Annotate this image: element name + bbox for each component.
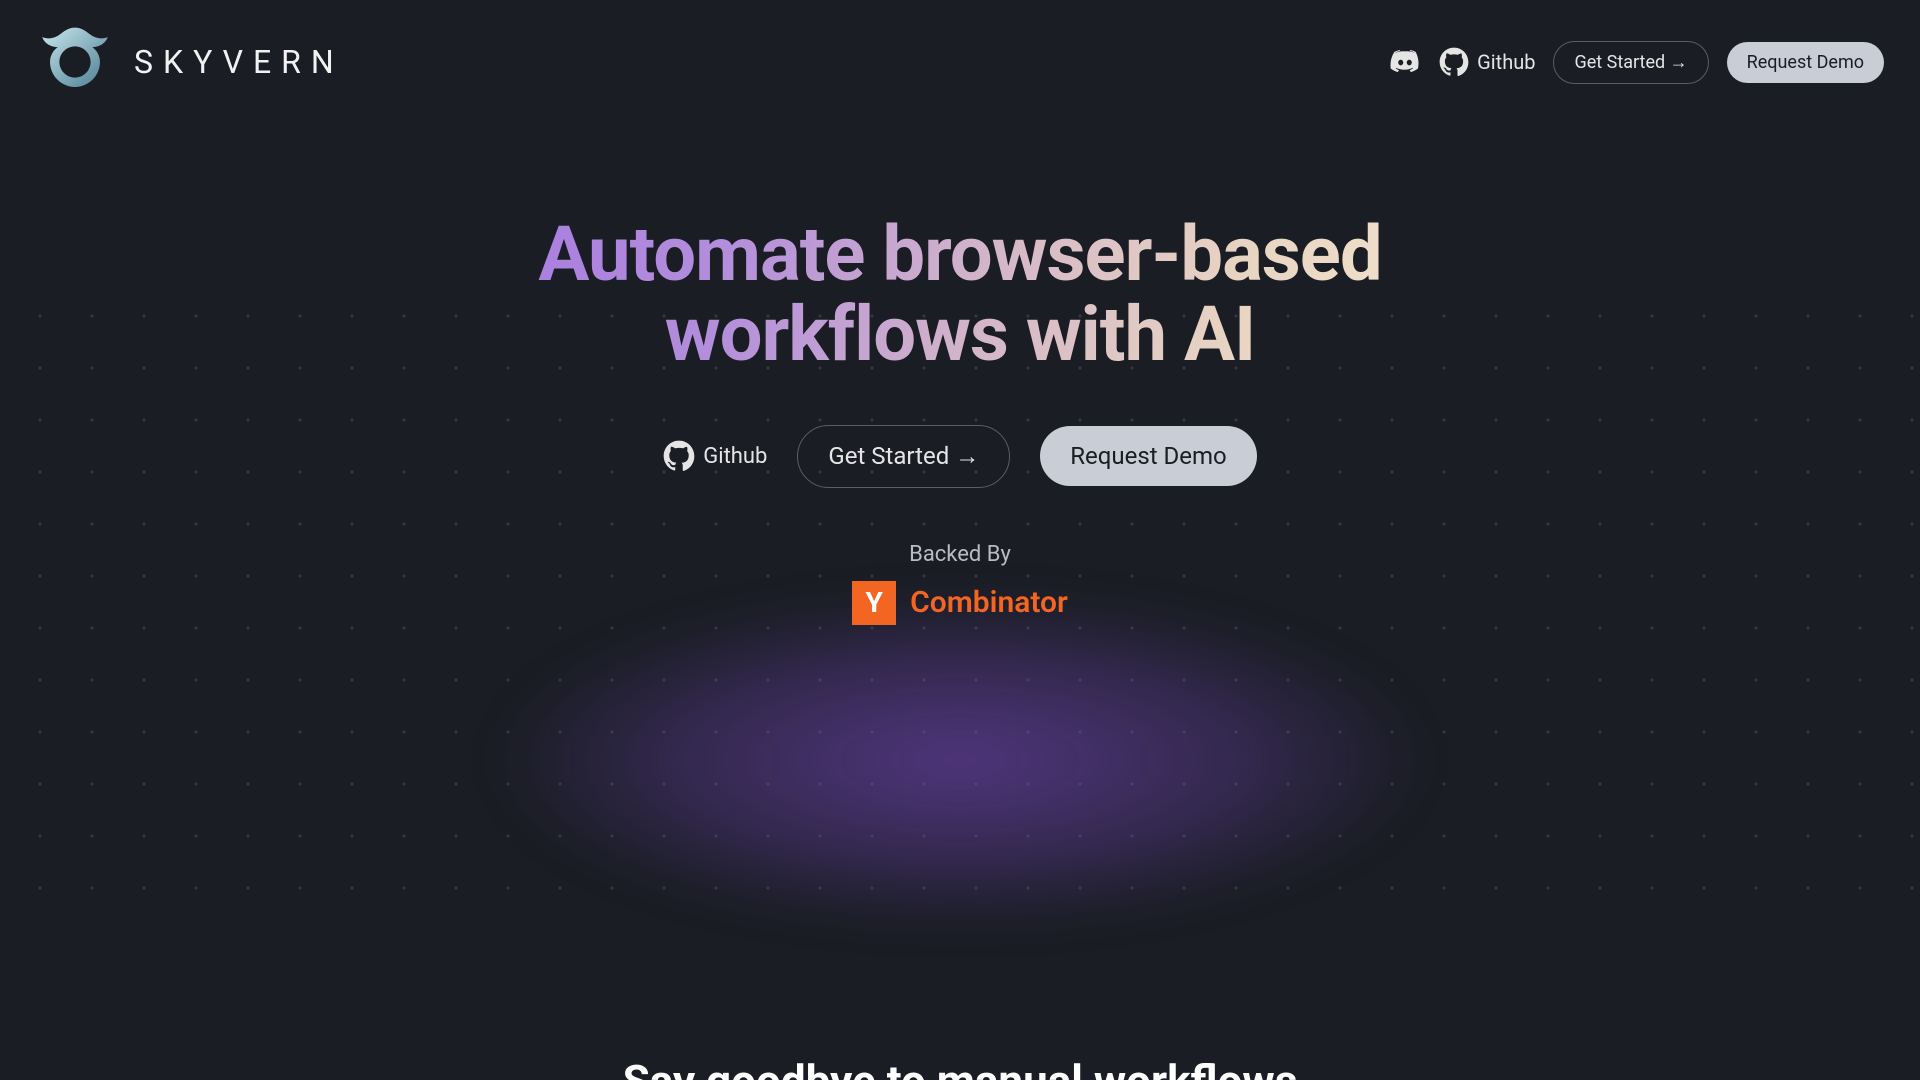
top-nav: Github Get Started → Request Demo	[1389, 41, 1884, 84]
brand-logo[interactable]: SKYVERN	[36, 23, 344, 101]
request-demo-button-hero[interactable]: Request Demo	[1040, 426, 1257, 486]
github-link-header[interactable]: Github	[1439, 47, 1535, 77]
request-demo-button-header[interactable]: Request Demo	[1727, 42, 1884, 83]
github-icon	[1439, 47, 1469, 77]
secondary-heading: Say goodbye to manual workflows	[0, 1055, 1920, 1080]
ycombinator-logo-icon: Y	[852, 581, 896, 625]
ycombinator-link[interactable]: Y Combinator	[852, 581, 1068, 625]
hero-headline: Automate browser-based workflows with AI	[510, 215, 1410, 375]
secondary-section: Say goodbye to manual workflows	[0, 1055, 1920, 1080]
github-icon	[663, 440, 695, 472]
hero-section: Automate browser-based workflows with AI…	[0, 215, 1920, 625]
brand-name: SKYVERN	[134, 43, 344, 81]
get-started-button-hero[interactable]: Get Started →	[797, 425, 1010, 488]
backed-by-block: Backed By Y Combinator	[0, 542, 1920, 625]
github-label-header: Github	[1477, 50, 1535, 74]
site-header: SKYVERN Github Get Started → Request Dem…	[0, 0, 1920, 100]
backed-by-label: Backed By	[0, 542, 1920, 567]
discord-link[interactable]	[1389, 46, 1421, 78]
discord-icon	[1389, 46, 1421, 78]
hero-cta-row: Github Get Started → Request Demo	[0, 425, 1920, 488]
github-label-hero: Github	[703, 444, 767, 469]
dragon-icon	[36, 23, 114, 101]
ycombinator-word: Combinator	[910, 585, 1068, 620]
github-link-hero[interactable]: Github	[663, 440, 767, 472]
get-started-button-header[interactable]: Get Started →	[1553, 41, 1708, 84]
